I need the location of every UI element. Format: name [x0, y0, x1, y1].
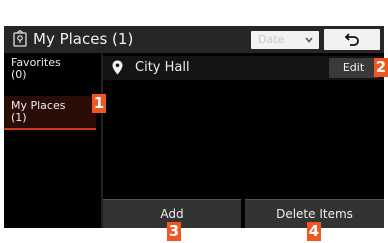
callout-number: 4 [307, 222, 321, 241]
sidebar-item-count: (0) [11, 68, 27, 81]
callout-number: 1 [92, 94, 106, 113]
sidebar: Favorites (0) My Places (1) [4, 53, 101, 228]
action-bar: Add Delete Items [103, 199, 384, 228]
sidebar-item-favorites[interactable]: Favorites (0) [4, 57, 96, 87]
header-bar: My Places (1) Date [4, 26, 384, 53]
callout-number: 3 [167, 222, 181, 241]
sort-dropdown-label: Date [258, 33, 285, 46]
location-pin-icon [112, 60, 123, 75]
page-title: My Places (1) [33, 30, 134, 48]
back-arrow-icon [344, 33, 359, 46]
chevron-down-icon [305, 37, 313, 43]
back-button[interactable] [324, 29, 380, 50]
sort-dropdown[interactable]: Date [251, 31, 319, 49]
my-places-icon [13, 30, 27, 47]
sidebar-item-my-places[interactable]: My Places (1) [4, 96, 96, 130]
list-item[interactable]: City Hall Edit [103, 56, 384, 80]
navigation-screen: My Places (1) Date Favorites (0) My Plac… [4, 26, 384, 228]
edit-button[interactable]: Edit [329, 58, 378, 78]
callout-number: 2 [374, 58, 388, 77]
list-item-label: City Hall [135, 60, 190, 75]
sidebar-item-count: (1) [11, 111, 27, 124]
